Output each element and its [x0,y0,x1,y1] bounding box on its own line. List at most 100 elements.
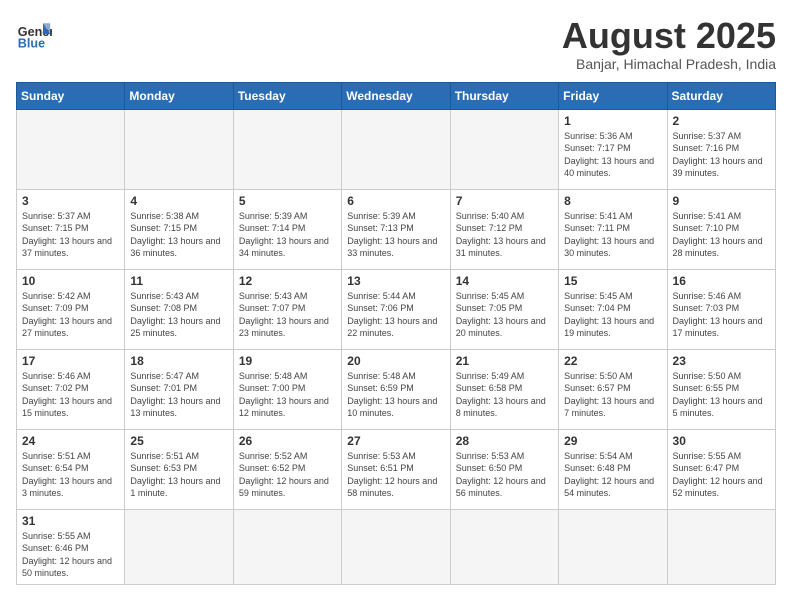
day-number: 13 [347,274,444,288]
calendar-cell: 29 Sunrise: 5:54 AM Sunset: 6:48 PM Dayli… [559,429,667,509]
day-info: Sunrise: 5:49 AM Sunset: 6:58 PM Dayligh… [456,370,553,420]
calendar-cell: 19 Sunrise: 5:48 AM Sunset: 7:00 PM Dayli… [233,349,341,429]
calendar-cell: 2 Sunrise: 5:37 AM Sunset: 7:16 PM Daylig… [667,109,775,189]
calendar-cell: 14 Sunrise: 5:45 AM Sunset: 7:05 PM Dayli… [450,269,558,349]
day-number: 22 [564,354,661,368]
calendar-week-row: 31 Sunrise: 5:55 AM Sunset: 6:46 PM Dayli… [17,509,776,584]
day-info: Sunrise: 5:48 AM Sunset: 7:00 PM Dayligh… [239,370,336,420]
day-info: Sunrise: 5:46 AM Sunset: 7:03 PM Dayligh… [673,290,770,340]
svg-text:Blue: Blue [18,37,45,51]
day-number: 27 [347,434,444,448]
day-number: 18 [130,354,227,368]
weekday-header-tuesday: Tuesday [233,82,341,109]
day-info: Sunrise: 5:40 AM Sunset: 7:12 PM Dayligh… [456,210,553,260]
calendar-week-row: 3 Sunrise: 5:37 AM Sunset: 7:15 PM Daylig… [17,189,776,269]
day-number: 23 [673,354,770,368]
calendar-cell [667,509,775,584]
day-number: 28 [456,434,553,448]
weekday-header-sunday: Sunday [17,82,125,109]
calendar-cell: 25 Sunrise: 5:51 AM Sunset: 6:53 PM Dayli… [125,429,233,509]
day-number: 31 [22,514,119,528]
day-info: Sunrise: 5:53 AM Sunset: 6:51 PM Dayligh… [347,450,444,500]
calendar-cell: 5 Sunrise: 5:39 AM Sunset: 7:14 PM Daylig… [233,189,341,269]
day-info: Sunrise: 5:45 AM Sunset: 7:05 PM Dayligh… [456,290,553,340]
weekday-header-monday: Monday [125,82,233,109]
calendar-cell [559,509,667,584]
day-info: Sunrise: 5:55 AM Sunset: 6:47 PM Dayligh… [673,450,770,500]
day-number: 8 [564,194,661,208]
day-info: Sunrise: 5:54 AM Sunset: 6:48 PM Dayligh… [564,450,661,500]
calendar-cell: 7Sunrise: 5:40 AM Sunset: 7:12 PM Daylig… [450,189,558,269]
day-info: Sunrise: 5:37 AM Sunset: 7:15 PM Dayligh… [22,210,119,260]
calendar-cell: 8 Sunrise: 5:41 AM Sunset: 7:11 PM Daylig… [559,189,667,269]
day-number: 11 [130,274,227,288]
day-info: Sunrise: 5:41 AM Sunset: 7:10 PM Dayligh… [673,210,770,260]
day-info: Sunrise: 5:51 AM Sunset: 6:53 PM Dayligh… [130,450,227,500]
calendar-cell: 26 Sunrise: 5:52 AM Sunset: 6:52 PM Dayli… [233,429,341,509]
calendar-cell: 27 Sunrise: 5:53 AM Sunset: 6:51 PM Dayli… [342,429,450,509]
day-info: Sunrise: 5:36 AM Sunset: 7:17 PM Dayligh… [564,130,661,180]
calendar-cell: 11 Sunrise: 5:43 AM Sunset: 7:08 PM Dayli… [125,269,233,349]
calendar-week-row: 10Sunrise: 5:42 AM Sunset: 7:09 PM Dayli… [17,269,776,349]
calendar-week-row: 17 Sunrise: 5:46 AM Sunset: 7:02 PM Dayli… [17,349,776,429]
day-info: Sunrise: 5:55 AM Sunset: 6:46 PM Dayligh… [22,530,119,580]
calendar-cell [233,109,341,189]
calendar-cell [450,109,558,189]
day-info: Sunrise: 5:44 AM Sunset: 7:06 PM Dayligh… [347,290,444,340]
day-info: Sunrise: 5:39 AM Sunset: 7:14 PM Dayligh… [239,210,336,260]
calendar-cell: 31 Sunrise: 5:55 AM Sunset: 6:46 PM Dayli… [17,509,125,584]
location-subtitle: Banjar, Himachal Pradesh, India [562,56,776,72]
day-number: 21 [456,354,553,368]
calendar-cell [450,509,558,584]
day-number: 26 [239,434,336,448]
day-number: 5 [239,194,336,208]
calendar-cell: 22 Sunrise: 5:50 AM Sunset: 6:57 PM Dayli… [559,349,667,429]
logo: General Blue [16,16,52,52]
day-number: 19 [239,354,336,368]
day-number: 20 [347,354,444,368]
day-number: 1 [564,114,661,128]
calendar-cell: 9Sunrise: 5:41 AM Sunset: 7:10 PM Daylig… [667,189,775,269]
day-info: Sunrise: 5:51 AM Sunset: 6:54 PM Dayligh… [22,450,119,500]
calendar-week-row: 1 Sunrise: 5:36 AM Sunset: 7:17 PM Daylig… [17,109,776,189]
calendar-cell: 10Sunrise: 5:42 AM Sunset: 7:09 PM Dayli… [17,269,125,349]
weekday-header-wednesday: Wednesday [342,82,450,109]
calendar-week-row: 24 Sunrise: 5:51 AM Sunset: 6:54 PM Dayli… [17,429,776,509]
day-number: 3 [22,194,119,208]
calendar-cell: 1 Sunrise: 5:36 AM Sunset: 7:17 PM Daylig… [559,109,667,189]
day-info: Sunrise: 5:52 AM Sunset: 6:52 PM Dayligh… [239,450,336,500]
day-info: Sunrise: 5:46 AM Sunset: 7:02 PM Dayligh… [22,370,119,420]
day-number: 29 [564,434,661,448]
day-number: 17 [22,354,119,368]
day-info: Sunrise: 5:50 AM Sunset: 6:55 PM Dayligh… [673,370,770,420]
calendar-cell: 17 Sunrise: 5:46 AM Sunset: 7:02 PM Dayli… [17,349,125,429]
day-info: Sunrise: 5:43 AM Sunset: 7:07 PM Dayligh… [239,290,336,340]
day-info: Sunrise: 5:37 AM Sunset: 7:16 PM Dayligh… [673,130,770,180]
calendar-cell: 16Sunrise: 5:46 AM Sunset: 7:03 PM Dayli… [667,269,775,349]
day-number: 14 [456,274,553,288]
calendar-cell: 12 Sunrise: 5:43 AM Sunset: 7:07 PM Dayli… [233,269,341,349]
month-title: August 2025 [562,16,776,56]
day-info: Sunrise: 5:48 AM Sunset: 6:59 PM Dayligh… [347,370,444,420]
day-number: 24 [22,434,119,448]
weekday-header-row: SundayMondayTuesdayWednesdayThursdayFrid… [17,82,776,109]
day-info: Sunrise: 5:43 AM Sunset: 7:08 PM Dayligh… [130,290,227,340]
title-area: August 2025 Banjar, Himachal Pradesh, In… [562,16,776,72]
day-number: 12 [239,274,336,288]
day-number: 10 [22,274,119,288]
calendar-cell: 20 Sunrise: 5:48 AM Sunset: 6:59 PM Dayli… [342,349,450,429]
day-info: Sunrise: 5:53 AM Sunset: 6:50 PM Dayligh… [456,450,553,500]
day-number: 25 [130,434,227,448]
day-number: 2 [673,114,770,128]
day-info: Sunrise: 5:41 AM Sunset: 7:11 PM Dayligh… [564,210,661,260]
day-number: 4 [130,194,227,208]
calendar-cell: 21 Sunrise: 5:49 AM Sunset: 6:58 PM Dayli… [450,349,558,429]
day-number: 15 [564,274,661,288]
calendar-cell: 30Sunrise: 5:55 AM Sunset: 6:47 PM Dayli… [667,429,775,509]
day-info: Sunrise: 5:50 AM Sunset: 6:57 PM Dayligh… [564,370,661,420]
calendar-cell: 6Sunrise: 5:39 AM Sunset: 7:13 PM Daylig… [342,189,450,269]
calendar-cell [233,509,341,584]
weekday-header-friday: Friday [559,82,667,109]
day-number: 6 [347,194,444,208]
calendar-cell: 23 Sunrise: 5:50 AM Sunset: 6:55 PM Dayli… [667,349,775,429]
